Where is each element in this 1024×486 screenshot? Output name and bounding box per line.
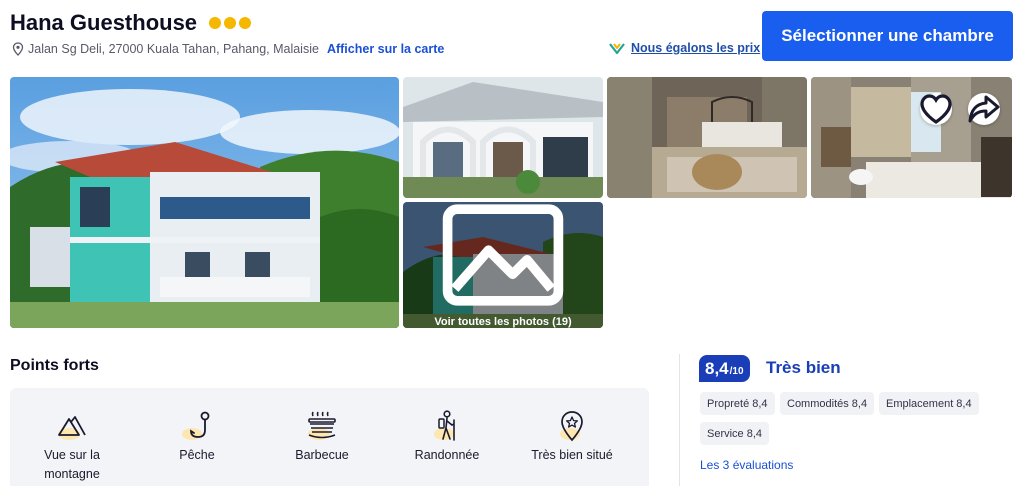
highlight-barbecue: Barbecue: [267, 410, 377, 465]
address-row: Jalan Sg Deli, 27000 Kuala Tahan, Pahang…: [12, 42, 444, 56]
highlight-hiking: Randonnée: [392, 410, 502, 465]
select-room-button[interactable]: Sélectionner une chambre: [762, 11, 1013, 61]
highlight-label: Vue sur la montagne: [44, 448, 100, 481]
price-match-label: Nous égalons les prix: [631, 41, 761, 55]
share-icon: [968, 95, 1000, 123]
see-all-photos-label: Voir toutes les photos (19): [434, 316, 572, 328]
rating-dot-icon: [209, 17, 222, 29]
star-rating: [209, 17, 252, 29]
hotel-title: Hana Guesthouse: [10, 10, 252, 36]
review-category-cleanliness: Propreté 8,4: [700, 392, 775, 415]
highlight-fishing: Pêche: [142, 410, 252, 465]
highlight-label: Barbecue: [295, 448, 349, 462]
fishing-icon: [182, 411, 210, 440]
gallery-photo-2[interactable]: [403, 77, 603, 198]
highlight-label: Très bien situé: [531, 448, 613, 462]
highlight-mountain-view: Vue sur la montagne: [17, 410, 127, 484]
gallery-photo-3[interactable]: [607, 77, 807, 198]
highlights-title: Points forts: [10, 357, 99, 374]
price-match-icon: [609, 43, 625, 55]
highlight-great-location: Très bien situé: [517, 410, 627, 465]
heart-icon: [920, 94, 952, 124]
review-score-badge[interactable]: 8,4 /10: [699, 355, 750, 382]
rating-dot-icon: [224, 17, 237, 29]
gallery-photo-4[interactable]: [811, 77, 1012, 198]
mountain-icon: [58, 416, 86, 440]
image-gallery-icon: [442, 204, 564, 306]
highlight-label: Randonnée: [414, 448, 480, 462]
review-category-service: Service 8,4: [700, 422, 770, 445]
location-pin-icon: [12, 42, 24, 56]
hiking-icon: [434, 410, 455, 441]
review-verdict: Très bien: [766, 358, 841, 377]
all-reviews-link[interactable]: Les 3 évaluations: [700, 458, 793, 472]
review-score: 8,4: [705, 359, 729, 378]
location-star-icon: [560, 411, 583, 442]
see-all-photos-overlay[interactable]: Voir toutes les photos (19): [403, 202, 603, 328]
barbecue-icon: [308, 411, 336, 440]
section-divider: [679, 354, 680, 486]
share-button[interactable]: [968, 93, 1000, 125]
gallery-photo-main[interactable]: [10, 77, 399, 328]
highlights-panel: Vue sur la montagne Pêche Barbecue Rando…: [10, 388, 649, 486]
show-on-map-link[interactable]: Afficher sur la carte: [327, 42, 444, 56]
hotel-address: Jalan Sg Deli, 27000 Kuala Tahan, Pahang…: [28, 42, 319, 56]
rating-dot-icon: [239, 17, 252, 29]
review-category-location: Emplacement 8,4: [879, 392, 979, 415]
review-scale: /10: [729, 366, 744, 377]
favorite-button[interactable]: [920, 93, 952, 125]
highlight-label: Pêche: [179, 448, 215, 462]
review-category-amenities: Commodités 8,4: [780, 392, 875, 415]
price-match-link[interactable]: Nous égalons les prix: [609, 41, 760, 55]
hotel-name: Hana Guesthouse: [10, 10, 198, 35]
gallery-photo-5[interactable]: Voir toutes les photos (19): [403, 202, 603, 328]
